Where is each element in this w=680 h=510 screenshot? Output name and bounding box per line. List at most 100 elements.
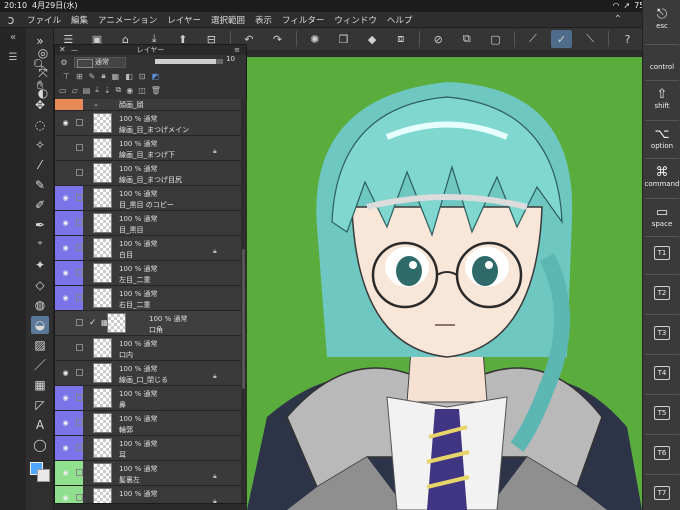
eraser-icon[interactable]: ◇ xyxy=(31,276,49,294)
opacity-slider[interactable]: 10 xyxy=(155,55,235,65)
layer-row[interactable]: ◉ 100 % 通常 目_黒目 xyxy=(55,211,241,236)
layer-select-checkbox[interactable] xyxy=(76,144,83,151)
close-icon[interactable]: ✕ xyxy=(59,45,66,55)
lock-icon[interactable]: 🔒︎ xyxy=(213,147,217,156)
layer-row[interactable]: ◉ 100 % 通常 線画_目_まつげメイン xyxy=(55,111,241,136)
layer-select-checkbox[interactable] xyxy=(76,419,83,426)
eye-icon[interactable]: ◉ xyxy=(60,419,71,427)
layer-select-checkbox[interactable] xyxy=(76,494,83,501)
fill-selection-icon[interactable]: ◆ xyxy=(362,30,383,48)
menu-edit[interactable]: 編集 xyxy=(66,14,93,26)
layer-select-checkbox[interactable] xyxy=(76,294,83,301)
menu-grip-icon[interactable]: ≡ xyxy=(234,45,240,55)
trash-icon[interactable]: 🗑︎ xyxy=(151,86,161,95)
scroll-thumb[interactable] xyxy=(242,249,245,389)
eye-icon[interactable]: ◉ xyxy=(60,444,71,452)
decoration-icon[interactable]: ✦ xyxy=(31,256,49,274)
option-key[interactable]: ⌥ option xyxy=(643,128,680,151)
lock-icon[interactable]: 🔒︎ xyxy=(213,472,217,481)
tool-key-t3[interactable]: T3 xyxy=(654,326,670,340)
menu-layer[interactable]: レイヤー xyxy=(162,14,206,26)
deselect-icon[interactable]: ⊘ xyxy=(428,30,449,48)
apply-mask-icon[interactable]: ◫ xyxy=(138,86,146,95)
layer-folder[interactable]: ⌄ 顔画_顔 xyxy=(55,99,241,111)
layer-select-checkbox[interactable] xyxy=(76,394,83,401)
layer-select-checkbox[interactable] xyxy=(76,319,83,326)
layer-select-checkbox[interactable] xyxy=(76,369,83,376)
eye-icon[interactable]: ◉ xyxy=(60,269,71,277)
eye-icon[interactable]: ◉ xyxy=(60,394,71,402)
tool-key-t7[interactable]: T7 xyxy=(654,486,670,500)
layer-row[interactable]: ◉ 100 % 通常 輪郭 xyxy=(55,411,241,436)
lock-icon[interactable]: 🔒︎ xyxy=(101,71,105,81)
new-raster-layer-icon[interactable]: ▭ xyxy=(59,86,67,95)
layer-row[interactable]: ◉ 100 % 通常 白目 🔒︎ xyxy=(55,236,241,261)
layer-row[interactable]: ◉ 100 % 通常 右目_二重 xyxy=(55,286,241,311)
collapse-left-icon[interactable]: « xyxy=(4,32,22,46)
layer-row[interactable]: ◉ 100 % 通常 🔒︎ xyxy=(55,486,241,503)
layer-select-checkbox[interactable] xyxy=(76,169,83,176)
eye-icon[interactable]: ◉ xyxy=(60,194,71,202)
snap-special-ruler-icon[interactable]: ✓ xyxy=(551,30,572,48)
frame-tool-icon[interactable]: ▦ xyxy=(31,376,49,394)
layer-row[interactable]: ◉ 100 % 通常 左目_二重 xyxy=(55,261,241,286)
hamburger-icon[interactable]: ☰ xyxy=(4,52,22,66)
layer-select-checkbox[interactable] xyxy=(76,269,83,276)
tool-key-t4[interactable]: T4 xyxy=(654,366,670,380)
copy-layer-icon[interactable]: ⧉ xyxy=(116,85,122,95)
new-folder-icon[interactable]: ▤ xyxy=(83,86,91,95)
sub-color-swatch[interactable] xyxy=(37,469,50,482)
eye-icon[interactable]: ◉ xyxy=(60,494,71,502)
ruler-display-icon[interactable]: ⊡ xyxy=(139,72,146,81)
loading-icon[interactable]: ✺ xyxy=(305,30,326,48)
balloon-tool-icon[interactable]: ◯ xyxy=(31,436,49,454)
eye-icon[interactable]: ◉ xyxy=(60,469,71,477)
tool-key-t1[interactable]: T1 xyxy=(654,246,670,260)
layer-select-checkbox[interactable] xyxy=(76,119,83,126)
control-key[interactable]: control xyxy=(643,63,680,71)
snap-grid-icon[interactable]: ⟍ xyxy=(580,30,601,48)
blend-mode-select[interactable]: 通常 xyxy=(74,56,126,68)
magic-wand-icon[interactable]: ✧ xyxy=(31,136,49,154)
minimize-icon[interactable]: — xyxy=(71,45,78,55)
selection-icon[interactable]: ▢ xyxy=(485,30,506,48)
fill-ref-icon[interactable]: ◐ xyxy=(34,84,52,102)
transform-icon[interactable]: ⧈ xyxy=(390,30,411,48)
layer-row[interactable]: ◉ 100 % 通常 線画_口_閉じる 🔒︎ xyxy=(55,361,241,386)
layer-row[interactable]: ◉ 100 % 通常 目_黒目 のコピー xyxy=(55,186,241,211)
eye-icon[interactable]: ◉ xyxy=(60,369,71,377)
folder-expand-icon[interactable]: ⌄ xyxy=(93,100,99,108)
help-icon[interactable]: ? xyxy=(617,30,638,48)
invert-selection-icon[interactable]: ⧉ xyxy=(457,30,478,48)
menu-view[interactable]: 表示 xyxy=(250,14,277,26)
collapse-chevron-icon[interactable]: ⌃ xyxy=(614,14,622,25)
layer-list[interactable]: ⌄ 顔画_顔 ◉ 100 % 通常 線画_目_まつげメイン 100 % 通常 線画_目_… xyxy=(55,99,241,503)
menu-window[interactable]: ウィンドウ xyxy=(329,14,382,26)
draft-icon[interactable]: ✎ xyxy=(89,72,96,81)
layer-select-checkbox[interactable] xyxy=(76,444,83,451)
layer-select-checkbox[interactable] xyxy=(76,469,83,476)
copy-icon[interactable]: ❐ xyxy=(333,30,354,48)
app-logo-icon[interactable]: ↄ xyxy=(0,13,22,27)
reference-icon[interactable]: ⊞ xyxy=(76,72,83,81)
pen-tool-icon[interactable]: ✎ xyxy=(31,176,49,194)
eye-icon[interactable]: ◉ xyxy=(60,119,71,127)
pencil-tool-icon[interactable]: ✐ xyxy=(31,196,49,214)
airbrush-icon[interactable]: ⁺ xyxy=(31,236,49,254)
layer-row[interactable]: 100 % 通常 線画_目_まつげ目尻 xyxy=(55,161,241,186)
line-tool-icon[interactable]: ／ xyxy=(31,356,49,374)
layer-row[interactable]: ✓ ▦ 100 % 通常 口角 xyxy=(55,311,241,336)
menu-animation[interactable]: アニメーション xyxy=(93,14,162,26)
menu-filter[interactable]: フィルター xyxy=(277,14,329,26)
layer-select-checkbox[interactable] xyxy=(76,244,83,251)
tool-key-t2[interactable]: T2 xyxy=(654,286,670,300)
command-key[interactable]: ⌘ command xyxy=(643,166,680,189)
layer-property-icon[interactable]: ⚙ xyxy=(57,58,71,67)
blend-tool-icon[interactable]: ◍ xyxy=(31,296,49,314)
clip-icon[interactable]: ⊤ xyxy=(63,72,70,81)
layer-select-checkbox[interactable] xyxy=(76,344,83,351)
text-tool-icon[interactable]: A xyxy=(31,416,49,434)
mask-enable-icon[interactable]: ◧ xyxy=(125,72,133,81)
layer-select-checkbox[interactable] xyxy=(76,219,83,226)
menu-selection[interactable]: 選択範囲 xyxy=(206,14,250,26)
